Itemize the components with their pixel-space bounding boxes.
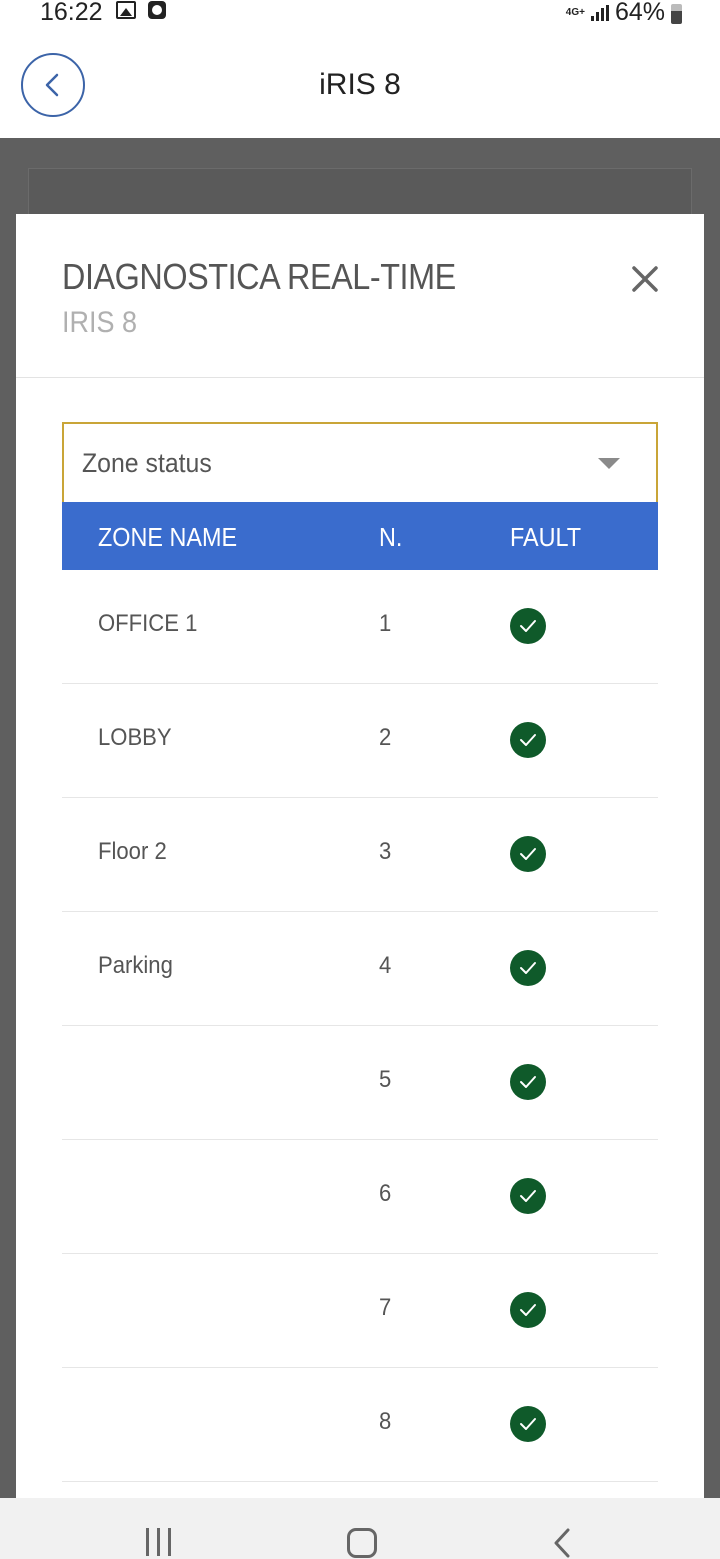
page-title: iRIS 8 bbox=[319, 68, 401, 101]
modal-divider bbox=[16, 377, 704, 378]
status-time: 16:22 bbox=[40, 0, 103, 26]
check-circle-icon bbox=[510, 950, 546, 986]
check-circle-icon bbox=[510, 1064, 546, 1100]
status-system-icons: 4G+ 64% bbox=[566, 0, 682, 27]
network-type-label: 4G+ bbox=[565, 6, 585, 18]
check-circle-icon bbox=[510, 722, 546, 758]
app-header: iRIS 8 bbox=[0, 28, 720, 138]
zone-number: 7 bbox=[379, 1294, 392, 1321]
gallery-icon bbox=[116, 1, 136, 19]
select-value: Zone status bbox=[82, 448, 212, 478]
home-icon[interactable] bbox=[347, 1528, 377, 1558]
recent-apps-icon[interactable] bbox=[146, 1528, 171, 1556]
table-row: OFFICE 1 1 bbox=[62, 570, 658, 684]
column-header-fault: FAULT bbox=[510, 522, 582, 552]
table-row: LOBBY 2 bbox=[62, 684, 658, 798]
check-circle-icon bbox=[510, 1406, 546, 1442]
zone-number: 5 bbox=[379, 1066, 392, 1093]
diagnostics-modal: DIAGNOSTICA REAL-TIME IRIS 8 Zone status… bbox=[16, 214, 704, 1504]
clock-app-icon bbox=[148, 1, 166, 19]
network-type-icon: 4G+ bbox=[565, 6, 585, 18]
table-header: ZONE NAME N. FAULT bbox=[62, 502, 658, 570]
zone-number: 6 bbox=[379, 1180, 392, 1207]
zone-number: 3 bbox=[379, 838, 392, 865]
zone-name: Floor 2 bbox=[98, 838, 167, 865]
check-circle-icon bbox=[510, 1178, 546, 1214]
table-row: Parking 4 bbox=[62, 912, 658, 1026]
check-circle-icon bbox=[510, 608, 546, 644]
zone-number: 4 bbox=[379, 952, 392, 979]
table-row: 7 bbox=[62, 1254, 658, 1368]
zone-name: LOBBY bbox=[98, 724, 172, 751]
modal-title: DIAGNOSTICA REAL-TIME bbox=[62, 256, 456, 297]
table-row: Floor 2 3 bbox=[62, 798, 658, 912]
modal-subtitle: IRIS 8 bbox=[62, 306, 138, 339]
table-row: 6 bbox=[62, 1140, 658, 1254]
zone-number: 1 bbox=[379, 610, 392, 637]
column-header-zone-name: ZONE NAME bbox=[98, 522, 238, 552]
caret-down-icon bbox=[598, 458, 620, 469]
column-header-number: N. bbox=[379, 522, 403, 552]
zone-name: Parking bbox=[98, 952, 173, 979]
check-circle-icon bbox=[510, 1292, 546, 1328]
close-icon bbox=[632, 266, 658, 292]
zone-status-table: ZONE NAME N. FAULT OFFICE 1 1 LOBBY 2 Fl… bbox=[62, 502, 658, 1482]
zone-number: 8 bbox=[379, 1408, 392, 1435]
battery-icon bbox=[671, 3, 682, 24]
table-row: 8 bbox=[62, 1368, 658, 1482]
back-icon[interactable] bbox=[552, 1528, 572, 1559]
status-bar: 16:22 4G+ 64% bbox=[0, 0, 720, 28]
battery-percent: 64% bbox=[614, 0, 665, 26]
signal-icon bbox=[590, 4, 609, 21]
zone-name: OFFICE 1 bbox=[98, 610, 198, 637]
close-button[interactable] bbox=[628, 262, 662, 296]
check-circle-icon bbox=[510, 836, 546, 872]
diagnostic-type-select[interactable]: Zone status bbox=[62, 422, 658, 502]
system-nav-bar bbox=[0, 1498, 720, 1559]
zone-number: 2 bbox=[379, 724, 392, 751]
table-row: 5 bbox=[62, 1026, 658, 1140]
status-notification-icons bbox=[116, 1, 166, 19]
